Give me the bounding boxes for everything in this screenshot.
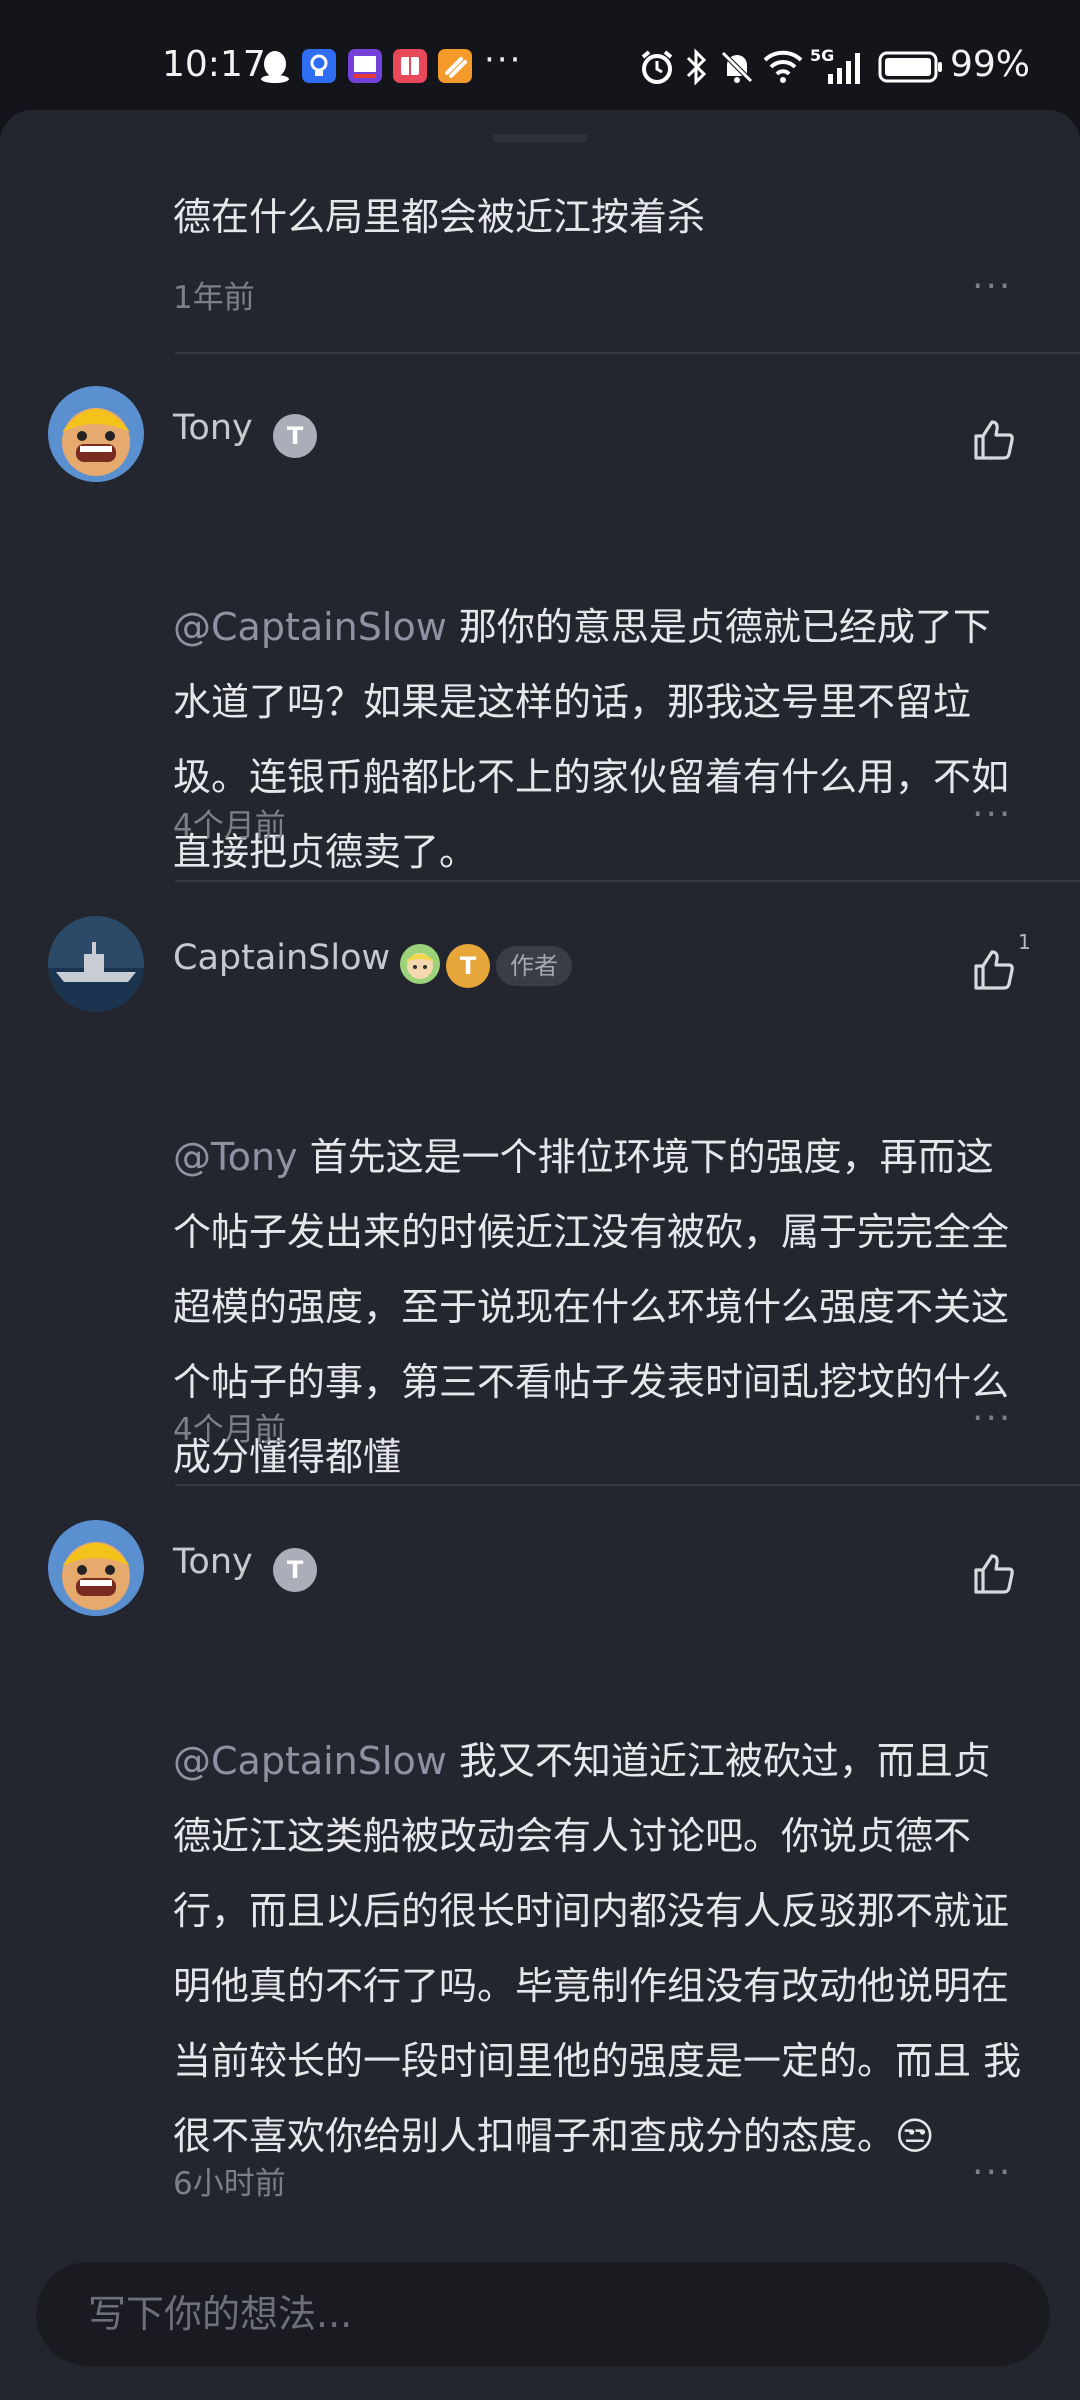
- comments-sheet: 德在什么局里都会被近江按着杀 1年前 ··· Tony T @CaptainSl…: [0, 110, 1080, 2400]
- bluetooth-icon: [686, 48, 707, 86]
- username[interactable]: Tony: [173, 1542, 253, 1582]
- author-tag: 作者: [496, 946, 572, 986]
- username[interactable]: CaptainSlow: [173, 938, 390, 978]
- divider: [175, 352, 1080, 354]
- comment-input[interactable]: [36, 2262, 1050, 2366]
- alarm-icon: [641, 50, 673, 84]
- mention-link[interactable]: @CaptainSlow: [173, 605, 447, 649]
- battery-icon: [878, 51, 942, 83]
- signal-icon: [828, 53, 860, 84]
- avatar[interactable]: [48, 916, 144, 1012]
- mute-icon: [721, 51, 753, 83]
- news-app-icon: [348, 49, 382, 83]
- comment-time: 4个月前: [173, 1412, 286, 1448]
- book-app-icon: [393, 49, 427, 83]
- status-time: 10:17: [162, 44, 266, 85]
- comment-body: 德在什么局里都会被近江按着杀: [173, 195, 706, 239]
- battery-percent: 99%: [950, 44, 1031, 85]
- wifi-icon: [763, 50, 803, 83]
- avatar[interactable]: [48, 1520, 144, 1616]
- more-options-icon[interactable]: ···: [972, 1398, 1012, 1439]
- comment-input-bar[interactable]: [36, 2262, 1050, 2366]
- comment-time: 1年前: [173, 280, 255, 316]
- avatar[interactable]: [48, 386, 144, 482]
- thumbs-up-icon[interactable]: [970, 416, 1018, 464]
- divider: [175, 1484, 1080, 1486]
- more-notifications-icon: ···: [484, 40, 523, 80]
- more-options-icon[interactable]: ···: [972, 2152, 1012, 2193]
- comment-time: 4个月前: [173, 808, 286, 844]
- pen-app-icon: [438, 49, 472, 83]
- mention-link[interactable]: @CaptainSlow: [173, 1739, 447, 1783]
- comment-body: @CaptainSlow 我又不知道近江被砍过，而且贞德近江这类船被改动会有人讨…: [173, 1739, 1022, 2158]
- bulb-app-icon: [302, 49, 336, 83]
- comment-body: @CaptainSlow 那你的意思是贞德就已经成了下水道了吗？如果是这样的话，…: [173, 605, 1010, 874]
- more-options-icon[interactable]: ···: [972, 266, 1012, 307]
- more-options-icon[interactable]: ···: [972, 794, 1012, 835]
- user-level-badge: T: [446, 944, 490, 988]
- username[interactable]: Tony: [173, 408, 253, 448]
- like-count: 1: [1018, 930, 1031, 954]
- comment-time: 6小时前: [173, 2166, 286, 2202]
- thumbs-up-icon[interactable]: [970, 946, 1018, 994]
- comment-body: @Tony 首先这是一个排位环境下的强度，再而这个帖子发出来的时候近江没有被砍，…: [173, 1135, 1010, 1479]
- character-emblem-icon: [400, 944, 440, 984]
- mention-link[interactable]: @Tony: [173, 1135, 298, 1179]
- thumbs-up-icon[interactable]: [970, 1550, 1018, 1598]
- divider: [175, 880, 1080, 882]
- user-level-badge: T: [273, 414, 317, 458]
- drag-handle[interactable]: [492, 134, 588, 142]
- user-level-badge: T: [273, 1548, 317, 1592]
- status-bar: 10:17 ··· 5G 99%: [0, 0, 1080, 110]
- qq-icon: [261, 51, 289, 83]
